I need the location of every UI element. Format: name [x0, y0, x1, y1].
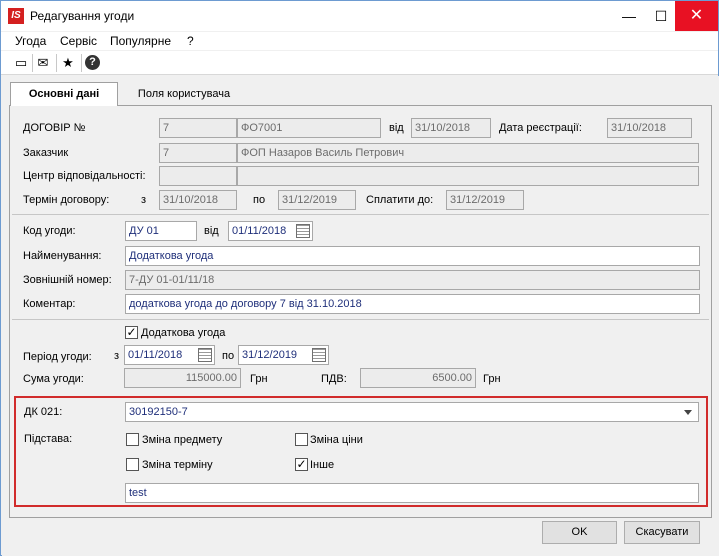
agreement-sum-field: 115000.00 — [124, 368, 241, 388]
agreement-date-input[interactable]: 01/11/2018 — [228, 221, 313, 241]
comment-label: Коментар: — [23, 298, 76, 310]
change-subject-checkbox[interactable] — [126, 433, 139, 446]
app-logo-icon: IS — [8, 8, 24, 24]
external-number-label: Зовнішній номер: — [23, 274, 112, 286]
dk021-label: ДК 021: — [24, 406, 63, 418]
responsibility-center-name-field — [237, 166, 699, 186]
dk021-value: 30192150-7 — [129, 406, 188, 418]
tab-main-data[interactable]: Основні дані — [10, 82, 118, 106]
vat-field: 6500.00 — [360, 368, 476, 388]
help-icon[interactable]: ? — [85, 55, 100, 70]
period-from-value: 01/11/2018 — [128, 349, 183, 361]
calendar-icon[interactable] — [198, 348, 212, 362]
sum-currency-label: Грн — [250, 373, 268, 385]
maximize-button[interactable]: ☐ — [643, 1, 679, 31]
toolbar: ▭ ✉ ★ ? — [1, 51, 718, 75]
agreement-name-input[interactable]: Додаткова угода — [125, 246, 700, 266]
registration-date-label: Дата реєстрації: — [499, 122, 582, 134]
change-term-checkbox[interactable] — [126, 458, 139, 471]
close-button[interactable]: ✕ — [675, 1, 718, 31]
basis-other-input[interactable]: test — [125, 483, 699, 503]
ok-button[interactable]: OK — [542, 521, 617, 544]
toolbar-separator — [56, 54, 57, 72]
calendar-icon[interactable] — [312, 348, 326, 362]
pay-until-field: 31/12/2019 — [446, 190, 524, 210]
period-from-label: з — [114, 350, 120, 362]
contract-date-field: 31/10/2018 — [411, 118, 491, 138]
change-price-checkbox[interactable] — [295, 433, 308, 446]
tab-user-fields[interactable]: Поля користувача — [119, 84, 249, 106]
menu-item-help[interactable]: ? — [187, 34, 194, 48]
responsibility-center-code-field — [159, 166, 237, 186]
dk021-highlight-section: ДК 021: 30192150-7 Підстава: Зміна предм… — [14, 396, 708, 507]
term-to-field: 31/12/2019 — [278, 190, 356, 210]
period-to-label: по — [222, 350, 235, 362]
other-checkbox[interactable]: ✓ — [295, 458, 308, 471]
agreement-sum-label: Сума угоди: — [23, 373, 84, 385]
period-to-value: 31/12/2019 — [242, 349, 298, 361]
customer-name-field: ФОП Назаров Василь Петрович — [237, 143, 699, 163]
menu-item-popular[interactable]: Популярне — [110, 34, 171, 48]
change-term-label: Зміна терміну — [142, 459, 213, 471]
additional-agreement-checkbox[interactable]: ✓ — [125, 326, 138, 339]
term-to-label: по — [253, 194, 266, 206]
period-from-input[interactable]: 01/11/2018 — [124, 345, 215, 365]
window-title: Редагування угоди — [30, 9, 135, 23]
menu-item-service[interactable]: Сервіс — [60, 34, 97, 48]
title-bar[interactable]: IS Редагування угоди — ☐ ✕ — [1, 1, 718, 31]
section-divider — [12, 214, 709, 215]
contract-number-field: ФО7001 — [237, 118, 381, 138]
minimize-button[interactable]: — — [611, 1, 647, 31]
contract-code-field: 7 — [159, 118, 237, 138]
dialog-content: Основні дані Поля користувача ДОГОВІР № … — [2, 76, 719, 556]
agreement-date-label: від — [204, 225, 219, 237]
customer-label: Заказчик — [23, 147, 69, 159]
star-icon[interactable]: ★ — [59, 54, 77, 72]
dk021-select[interactable]: 30192150-7 — [125, 402, 699, 422]
vat-label: ПДВ: — [321, 373, 347, 385]
contract-date-label: від — [389, 122, 404, 134]
cancel-button[interactable]: Скасувати — [624, 521, 700, 544]
responsibility-center-label: Центр відповідальності: — [23, 170, 146, 182]
calendar-icon[interactable] — [296, 224, 310, 238]
pay-until-label: Сплатити до: — [366, 194, 434, 206]
toolbar-separator — [81, 54, 82, 72]
agreement-code-label: Код угоди: — [23, 225, 76, 237]
term-from-label: з — [141, 194, 147, 206]
contract-term-label: Термін договору: — [23, 194, 110, 206]
contract-label: ДОГОВІР № — [23, 122, 86, 134]
dialog-window: IS Редагування угоди — ☐ ✕ Угода Сервіс … — [0, 0, 719, 556]
chevron-down-icon[interactable] — [684, 410, 692, 415]
menu-bar: Угода Сервіс Популярне ? — [1, 32, 718, 50]
term-from-field: 31/10/2018 — [159, 190, 237, 210]
comment-input[interactable]: додаткова угода до договору 7 від 31.10.… — [125, 294, 700, 314]
agreement-period-label: Період угоди: — [23, 351, 92, 363]
registration-date-field: 31/10/2018 — [607, 118, 692, 138]
basis-label: Підстава: — [24, 433, 73, 445]
change-price-label: Зміна ціни — [310, 434, 363, 446]
agreement-code-input[interactable]: ДУ 01 — [125, 221, 197, 241]
agreement-name-label: Найменування: — [23, 250, 102, 262]
section-divider — [12, 319, 709, 320]
vat-currency-label: Грн — [483, 373, 501, 385]
toolbar-separator — [32, 54, 33, 72]
other-label: Інше — [310, 459, 335, 471]
external-number-field: 7-ДУ 01-01/11/18 — [125, 270, 700, 290]
agreement-date-value: 01/11/2018 — [232, 225, 287, 237]
customer-code-field: 7 — [159, 143, 237, 163]
period-to-input[interactable]: 31/12/2019 — [238, 345, 329, 365]
menu-item-agreement[interactable]: Угода — [15, 34, 46, 48]
mail-icon[interactable]: ✉ — [34, 54, 52, 72]
change-subject-label: Зміна предмету — [142, 434, 223, 446]
new-document-icon[interactable]: ▭ — [12, 54, 30, 72]
additional-agreement-label: Додаткова угода — [141, 327, 226, 339]
